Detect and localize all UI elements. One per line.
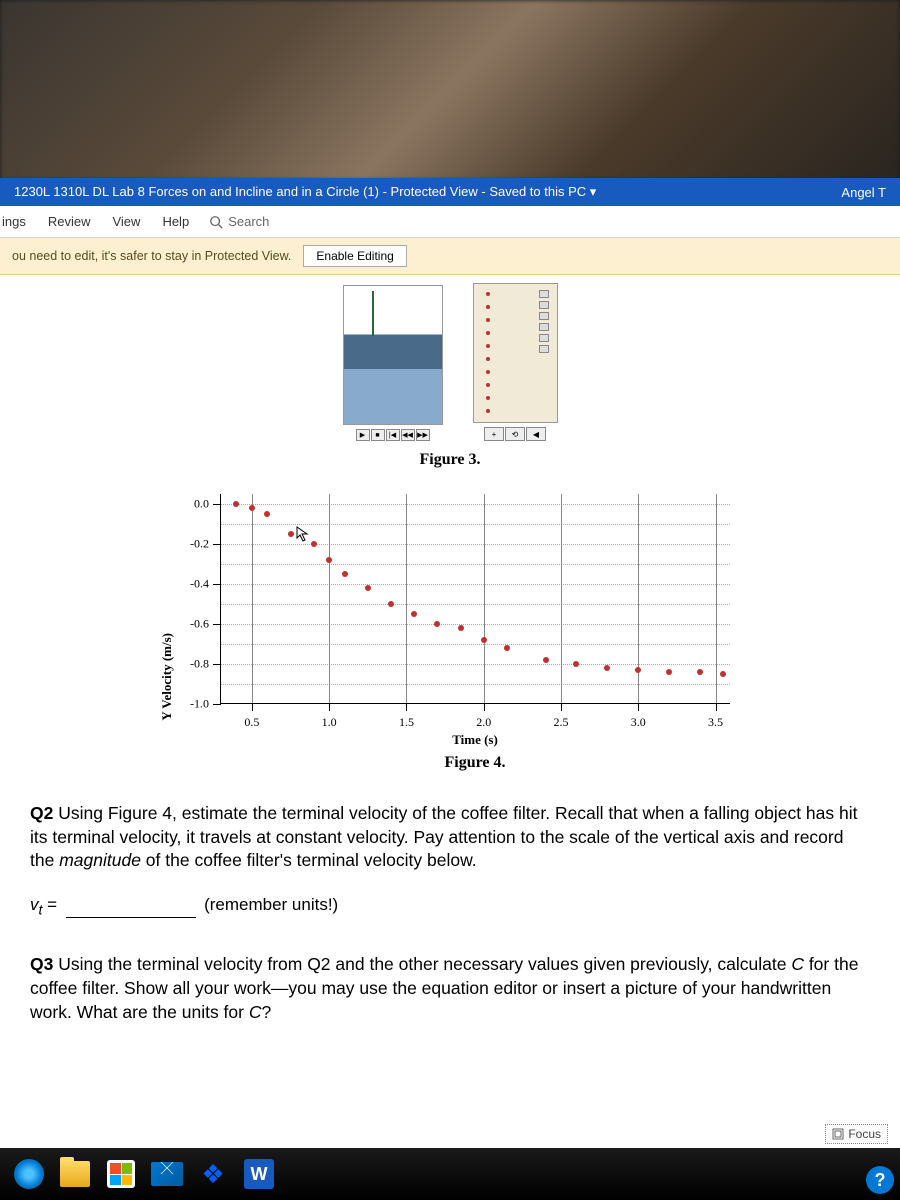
rewind-icon[interactable]: ◀◀ [401,429,415,441]
focus-icon [832,1128,844,1140]
vt-symbol: v [30,895,39,914]
save-status[interactable]: Saved to this PC [489,184,586,199]
vt-blank-field[interactable] [66,917,196,918]
figure3-left-panel: ▶ ■ |◀ ◀◀ ▶▶ [343,285,443,441]
q2-text-b: of the coffee filter's terminal velocity… [141,850,477,870]
view-mode: Protected View [391,184,478,199]
q3-label: Q3 [30,954,53,974]
chart-plot-area: 0.0-0.2-0.4-0.6-0.8-1.00.51.01.52.02.53.… [220,494,730,704]
forward-icon[interactable]: ▶▶ [416,429,430,441]
title-bar: 1230L 1310L DL Lab 8 Forces on and Incli… [0,178,900,206]
zoom-fit-icon[interactable]: ⟲ [505,427,525,441]
file-explorer-icon[interactable] [56,1155,94,1193]
ribbon-tab-bar: ings Review View Help Search [0,206,900,238]
tab-help[interactable]: Help [160,210,191,233]
microsoft-store-icon[interactable] [102,1155,140,1193]
figure3-right-panel: + ⟲ ◀ [473,283,558,441]
tab-mailings[interactable]: ings [0,210,28,233]
cursor-icon [296,526,312,542]
vt-equals: = [42,895,61,914]
tab-view[interactable]: View [110,210,142,233]
question-2: Q2 Using Figure 4, estimate the terminal… [30,802,870,873]
vt-hint: (remember units!) [204,895,338,914]
word-application-window: 1230L 1310L DL Lab 8 Forces on and Incli… [0,178,900,1148]
figure-3-caption: Figure 3. [30,451,870,469]
help-button[interactable]: ? [866,1166,894,1194]
figure-4-chart: Y Velocity (m/s) 0.0-0.2-0.4-0.6-0.8-1.0… [170,494,730,772]
title-sep: - [383,184,391,199]
dropdown-caret[interactable]: ▾ [590,184,597,199]
figure-3-area: ▶ ■ |◀ ◀◀ ▶▶ [30,283,870,469]
protected-message: ou need to edit, it's safer to stay in P… [12,249,291,263]
chart-ylabel: Y Velocity (m/s) [159,633,175,721]
tab-review[interactable]: Review [46,210,93,233]
vt-answer-line: vt = (remember units!) [30,895,870,918]
stop-icon[interactable]: ■ [371,429,385,441]
q2-label: Q2 [30,803,53,823]
mail-icon[interactable] [148,1155,186,1193]
q2-italic: magnitude [59,850,141,870]
chart-xlabel: Time (s) [220,732,730,748]
zoom-prev-icon[interactable]: ◀ [526,427,546,441]
q3-text-a: Using the terminal velocity from Q2 and … [53,954,791,974]
search-box[interactable]: Search [209,214,269,229]
user-name[interactable]: Angel T [841,185,886,200]
search-placeholder: Search [228,214,269,229]
focus-label: Focus [848,1127,881,1141]
video-controls: ▶ ■ |◀ ◀◀ ▶▶ [356,429,430,441]
zoom-controls: + ⟲ ◀ [484,427,546,441]
doc-name: 1230L 1310L DL Lab 8 Forces on and Incli… [14,184,379,199]
document-area[interactable]: ▶ ■ |◀ ◀◀ ▶▶ [0,275,900,1148]
windows-taskbar[interactable]: ❖ W [0,1148,900,1200]
status-bar-right: Focus [821,1120,892,1148]
q3-italic-1: C [791,954,804,974]
question-3: Q3 Using the terminal velocity from Q2 a… [30,953,870,1024]
focus-mode-button[interactable]: Focus [825,1124,888,1144]
tracker-video-frame [343,285,443,425]
q3-italic-2: C [249,1002,262,1022]
zoom-in-icon[interactable]: + [484,427,504,441]
q3-text-c: ? [261,1002,271,1022]
skip-back-icon[interactable]: |◀ [386,429,400,441]
protected-view-bar: ou need to edit, it's safer to stay in P… [0,238,900,275]
search-icon [209,215,223,229]
edge-browser-icon[interactable] [10,1155,48,1193]
tracker-trajectory-frame [473,283,558,423]
figure-4-caption: Figure 4. [220,754,730,772]
document-title: 1230L 1310L DL Lab 8 Forces on and Incli… [14,184,841,200]
desktop-background [0,0,900,180]
word-app-icon[interactable]: W [240,1155,278,1193]
dropbox-icon[interactable]: ❖ [194,1155,232,1193]
play-icon[interactable]: ▶ [356,429,370,441]
enable-editing-button[interactable]: Enable Editing [303,245,406,267]
